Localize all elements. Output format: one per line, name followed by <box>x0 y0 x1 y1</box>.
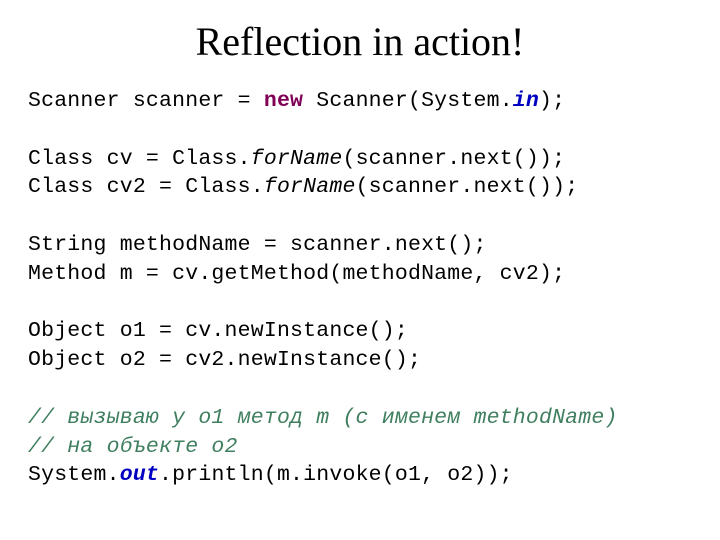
code-text: Method m = cv.getMethod(methodName, cv2)… <box>28 262 565 286</box>
code-block: Scanner scanner = new Scanner(System.in)… <box>28 87 692 490</box>
code-text: Object o2 = cv2.newInstance(); <box>28 348 421 372</box>
code-text: ); <box>539 89 565 113</box>
code-text: .println(m.invoke(o1, o2)); <box>159 463 513 487</box>
static-method-forname: forName <box>264 175 356 199</box>
code-text: Scanner scanner = <box>28 89 264 113</box>
slide: Reflection in action! Scanner scanner = … <box>0 0 720 540</box>
static-field-in: in <box>513 89 539 113</box>
static-method-forname: forName <box>251 147 343 171</box>
code-text: (scanner.next()); <box>356 175 579 199</box>
slide-title: Reflection in action! <box>28 18 692 65</box>
code-text: (scanner.next()); <box>342 147 565 171</box>
code-text: Scanner(System. <box>303 89 513 113</box>
code-text: Class cv2 = Class. <box>28 175 264 199</box>
code-text: Class cv = Class. <box>28 147 251 171</box>
code-text: System. <box>28 463 120 487</box>
static-field-out: out <box>120 463 159 487</box>
code-comment: // вызываю у o1 метод m (с именем method… <box>28 406 618 430</box>
code-comment: // на объекте o2 <box>28 435 238 459</box>
code-text: String methodName = scanner.next(); <box>28 233 487 257</box>
code-text: Object o1 = cv.newInstance(); <box>28 319 408 343</box>
keyword-new: new <box>264 89 303 113</box>
